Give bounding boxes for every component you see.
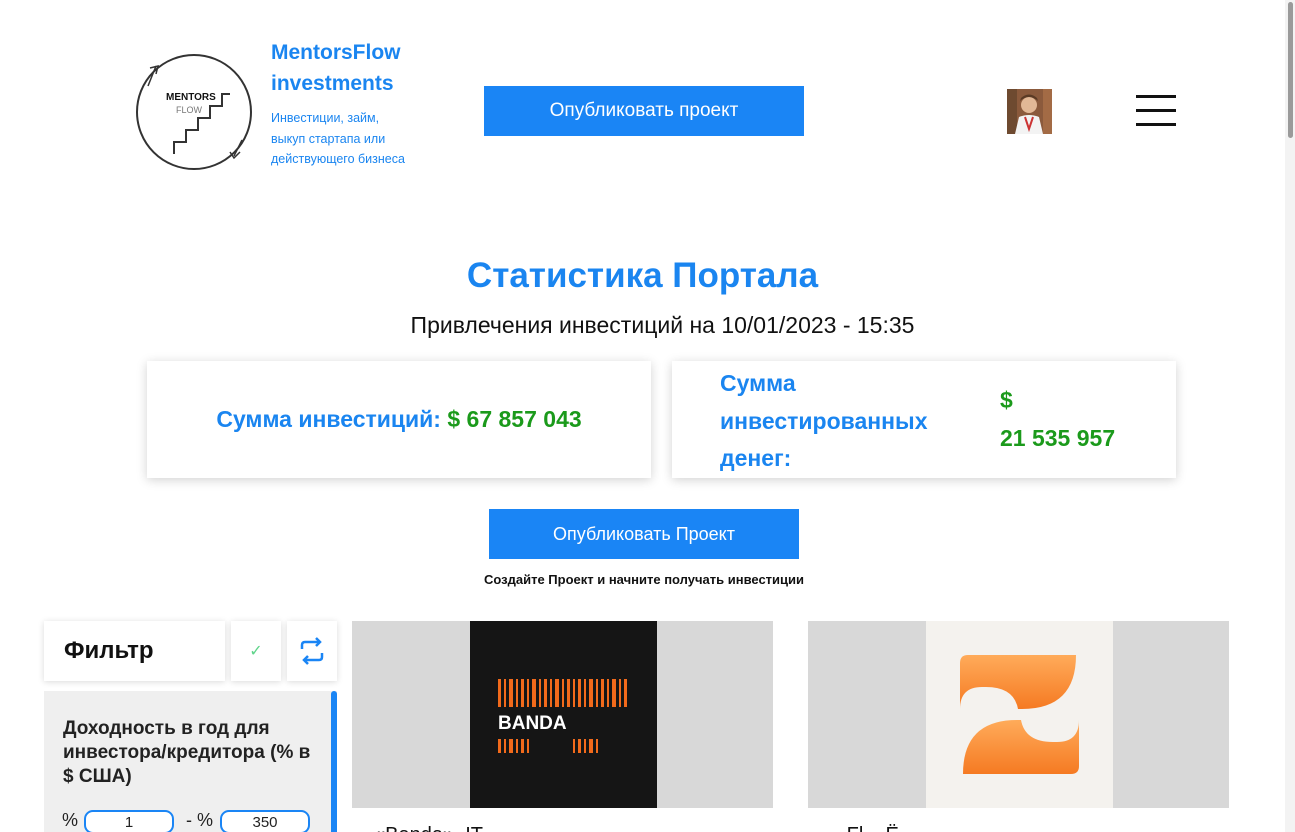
stats-subtitle: Привлечения инвестиций на 10/01/2023 - 1…	[410, 312, 915, 338]
hamburger-menu-icon[interactable]	[1136, 95, 1176, 127]
project-title[interactable]: ...Fl... Ё...	[830, 824, 916, 832]
check-icon: ✓	[249, 643, 263, 660]
project-card-body: «Banda», IT...	[352, 808, 773, 832]
project-card[interactable]: BANDA «Banda», IT...	[352, 621, 773, 832]
filter-yield-section: Доходность в год для инвестора/кредитора…	[44, 691, 337, 832]
yield-min-input[interactable]	[84, 810, 174, 832]
publish-project-cta-button[interactable]: Опубликовать Проект	[489, 509, 799, 559]
invested-money-label: Сумма инвестированных денег:	[720, 370, 928, 471]
logo-text-top: MENTORS	[166, 92, 216, 103]
brand-title-line2: investments	[271, 72, 394, 95]
logo-text-bottom: FLOW	[176, 105, 203, 115]
mentorsflow-logo[interactable]: MENTORS FLOW	[134, 52, 254, 172]
brand-title-line1: MentorsFlow	[271, 41, 401, 64]
filter-apply-button[interactable]: ✓	[231, 621, 281, 681]
yield-max-input[interactable]	[220, 810, 310, 832]
stats-title: Статистика Портала	[466, 256, 819, 295]
invested-money-currency: $	[1000, 387, 1013, 413]
invested-money-value: $ 21 535 957	[1000, 382, 1160, 457]
yield-filter-title: Доходность в год для инвестора/кредитора…	[63, 718, 311, 787]
invested-money-amount: 21 535 957	[1000, 424, 1116, 451]
publish-project-button[interactable]: Опубликовать проект	[484, 86, 804, 136]
brand-title[interactable]: MentorsFlow investments	[271, 37, 416, 99]
scrollbar-thumb[interactable]	[1288, 2, 1293, 138]
investment-sum-card: Сумма инвестиций: $ 67 857 043	[147, 361, 651, 478]
invested-money-card: Сумма инвестированных денег: $ 21 535 95…	[672, 361, 1176, 478]
project-card[interactable]: ...Fl... Ё...	[808, 621, 1229, 832]
project-title[interactable]: «Banda», IT...	[374, 824, 497, 832]
filter-title: Фильтр	[44, 621, 225, 681]
filter-reset-button[interactable]	[287, 621, 337, 681]
yield-range-row: % - %	[62, 810, 322, 832]
banda-logo-text: BANDA	[498, 713, 567, 734]
filter-scrollbar[interactable]	[331, 691, 337, 832]
refresh-icon	[300, 637, 324, 665]
investment-sum-label: Сумма инвестиций:	[216, 406, 441, 432]
project-banda-logo: BANDA	[470, 621, 657, 808]
orange-s-logo-icon	[926, 621, 1113, 808]
range-separator: - %	[186, 810, 213, 830]
cta-caption: Создайте Проект и начните получать инвес…	[483, 572, 805, 587]
percent-sign: %	[62, 810, 79, 830]
user-avatar[interactable]	[1007, 89, 1052, 134]
investment-sum-value: $ 67 857 043	[447, 406, 582, 432]
brand-subtitle: Инвестиции, займ, выкуп стартапа или дей…	[271, 111, 405, 166]
project-card-body: ...Fl... Ё...	[808, 808, 1229, 832]
page-scrollbar[interactable]	[1285, 0, 1295, 832]
